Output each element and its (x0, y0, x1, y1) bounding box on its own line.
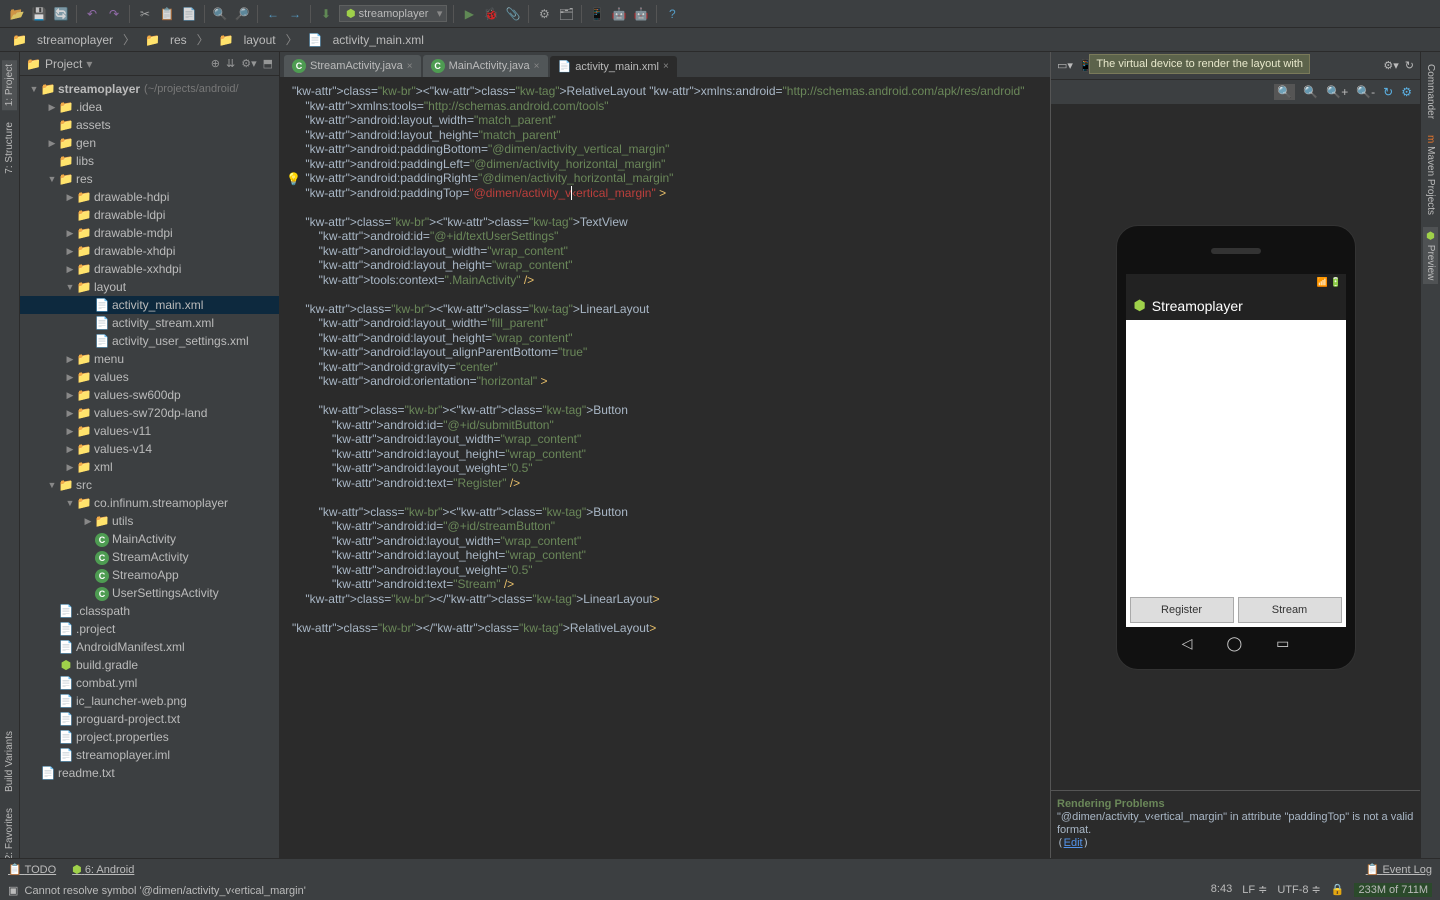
zoom-out-icon[interactable]: 🔍- (1356, 85, 1375, 99)
tab-favorites[interactable]: 2: Favorites (2, 804, 17, 864)
project-panel: 📁Project ▾ ⊕ ⇊ ⚙▾ ⬒ ▼📁streamoplayer(~/pr… (20, 52, 280, 880)
project-structure-icon[interactable]: 🗂 (557, 5, 575, 23)
editor-area: CStreamActivity.java× CMainActivity.java… (280, 52, 1050, 880)
gear-icon[interactable]: ⚙▾ (241, 57, 256, 70)
breadcrumb: 📁streamoplayer 〉 📁res 〉 📁layout 〉 📄activ… (0, 28, 1440, 52)
breadcrumb-item[interactable]: streamoplayer (33, 31, 117, 49)
error-title: Rendering Problems (1057, 798, 1165, 810)
error-message: "@dimen/activity_v‹ertical_margin" in at… (1057, 811, 1413, 836)
run-config-dropdown[interactable]: ⬢ streamoplayer (339, 5, 447, 22)
encoding[interactable]: UTF-8 ≑ (1277, 883, 1320, 897)
todo-tab[interactable]: 📋 TODO (8, 863, 56, 876)
tab-file[interactable]: CStreamActivity.java× (284, 55, 421, 77)
find-icon[interactable]: 🔍 (211, 5, 229, 23)
sdk-icon[interactable]: 📱 (588, 5, 606, 23)
collapse-icon[interactable]: ⇊ (226, 57, 235, 70)
breadcrumb-item[interactable]: res (166, 31, 191, 49)
copy-icon[interactable]: 📋 (158, 5, 176, 23)
refresh-preview-icon[interactable]: ↻ (1383, 85, 1393, 99)
git-icon[interactable]: 🔒 (1331, 883, 1345, 897)
back-icon[interactable]: ← (264, 5, 282, 23)
run-icon[interactable]: ▶ (460, 5, 478, 23)
status-message: Cannot resolve symbol '@dimen/activity_v… (25, 885, 306, 897)
status-bar: ▣ Cannot resolve symbol '@dimen/activity… (0, 880, 1440, 900)
status-bar: 📶 🔋 (1126, 274, 1346, 292)
avd-icon[interactable]: 🤖 (610, 5, 628, 23)
line-separator[interactable]: LF ≑ (1242, 883, 1267, 897)
monitor-icon[interactable]: 🤖 (632, 5, 650, 23)
save-icon[interactable]: 💾 (30, 5, 48, 23)
build-icon[interactable]: ⬇ (317, 5, 335, 23)
autoscroll-icon[interactable]: ⊕ (211, 57, 220, 70)
intention-bulb-icon[interactable]: 💡 (286, 172, 301, 187)
tab-structure[interactable]: 7: Structure (2, 118, 17, 178)
close-icon[interactable]: × (663, 61, 669, 72)
cut-icon[interactable]: ✂ (136, 5, 154, 23)
config-icon[interactable]: ▭▾ (1057, 59, 1073, 72)
zoom-fit-icon[interactable]: 🔍 (1274, 84, 1295, 100)
open-icon[interactable]: 📂 (8, 5, 26, 23)
memory-indicator[interactable]: 233M of 711M (1354, 883, 1432, 897)
window-icon[interactable]: ▣ (8, 885, 18, 897)
hide-icon[interactable]: ⬒ (263, 57, 273, 70)
tooltip: The virtual device to render the layout … (1089, 54, 1310, 74)
redo-icon[interactable]: ↷ (105, 5, 123, 23)
close-icon[interactable]: × (407, 61, 413, 72)
event-log-tab[interactable]: 📋 Event Log (1366, 863, 1432, 876)
tab-commander[interactable]: Commander (1423, 60, 1438, 123)
tab-maven[interactable]: m Maven Projects (1423, 131, 1438, 219)
nav-bar: ◁◯▭ (1117, 635, 1355, 659)
settings-preview-icon[interactable]: ⚙ (1401, 85, 1412, 99)
debug-icon[interactable]: 🐞 (482, 5, 500, 23)
close-icon[interactable]: × (534, 61, 540, 72)
tree-layout-file[interactable]: 📄activity_main.xml (20, 296, 279, 314)
options-icon[interactable]: ⚙▾ (1383, 59, 1398, 72)
breadcrumb-item[interactable]: activity_main.xml (329, 31, 428, 49)
tab-preview[interactable]: ⬢ Preview (1423, 227, 1438, 284)
tool-window-bar: 📋 TODO ⬢ 6: Android 📋 Event Log (0, 858, 1440, 880)
refresh-icon[interactable]: ↻ (1405, 59, 1414, 72)
undo-icon[interactable]: ↶ (83, 5, 101, 23)
replace-icon[interactable]: 🔎 (233, 5, 251, 23)
tab-project[interactable]: 1: Project (2, 60, 17, 110)
action-bar: ⬢Streamoplayer (1126, 292, 1346, 320)
register-button[interactable]: Register (1130, 597, 1234, 623)
editor-tabs: CStreamActivity.java× CMainActivity.java… (280, 52, 1050, 78)
android-tab[interactable]: ⬢ 6: Android (72, 863, 134, 876)
breadcrumb-item[interactable]: layout (240, 31, 280, 49)
device-preview: 📶 🔋 ⬢Streamoplayer Register Stream ◁◯▭ (1116, 225, 1356, 670)
sync-icon[interactable]: 🔄 (52, 5, 70, 23)
stream-button[interactable]: Stream (1238, 597, 1342, 623)
tab-file[interactable]: 📄activity_main.xml× (550, 56, 677, 77)
help-icon[interactable]: ? (663, 5, 681, 23)
project-view-title[interactable]: Project (45, 57, 82, 71)
attach-icon[interactable]: 📎 (504, 5, 522, 23)
main-toolbar: 📂 💾 🔄 ↶ ↷ ✂ 📋 📄 🔍 🔎 ← → ⬇ ⬢ streamoplaye… (0, 0, 1440, 28)
forward-icon[interactable]: → (286, 5, 304, 23)
tab-build-variants[interactable]: Build Variants (2, 727, 17, 796)
project-tree[interactable]: ▼📁streamoplayer(~/projects/android/ ▶📁.i… (20, 76, 279, 880)
zoom-actual-icon[interactable]: 🔍 (1303, 85, 1318, 99)
tab-file[interactable]: CMainActivity.java× (423, 55, 548, 77)
paste-icon[interactable]: 📄 (180, 5, 198, 23)
code-editor[interactable]: 💡 "kw-attr">class="kw-br"><"kw-attr">cla… (280, 78, 1050, 858)
preview-panel: The virtual device to render the layout … (1050, 52, 1420, 880)
edit-link[interactable]: Edit (1064, 837, 1083, 849)
left-tool-buttons: 1: Project 7: Structure Build Variants 2… (0, 52, 20, 880)
right-tool-buttons: Commander m Maven Projects ⬢ Preview (1420, 52, 1440, 880)
zoom-in-icon[interactable]: 🔍+ (1326, 85, 1348, 99)
settings-icon[interactable]: ⚙ (535, 5, 553, 23)
cursor-position: 8:43 (1211, 883, 1232, 897)
